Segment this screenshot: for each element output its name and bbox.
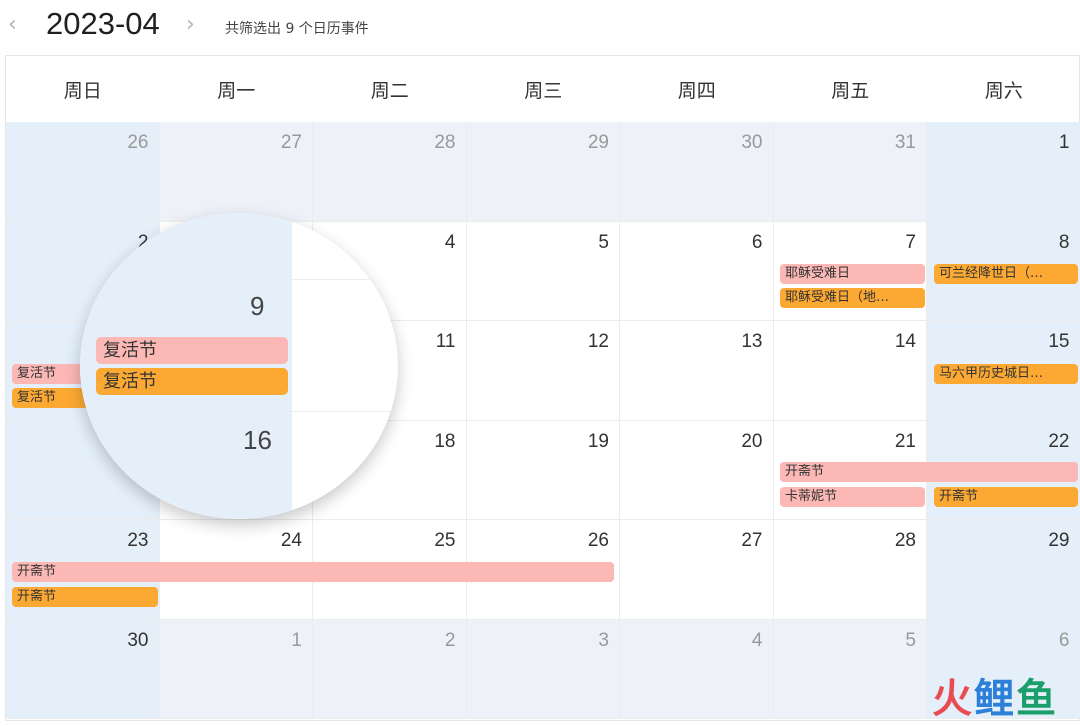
- day-number: 31: [894, 132, 916, 153]
- watermark-logo: 火鲤鱼: [932, 676, 1058, 722]
- event-eid-sat[interactable]: 开斋节: [934, 487, 1078, 507]
- magnified-day-number-2: 16: [243, 425, 272, 455]
- day-number: 27: [280, 132, 302, 153]
- day-number: 15: [1048, 331, 1070, 352]
- event-eid-span[interactable]: 开斋节: [780, 462, 1078, 482]
- day-number: 28: [434, 132, 456, 153]
- day-number: 28: [894, 530, 916, 551]
- day-cell[interactable]: 3: [466, 619, 620, 719]
- day-cell[interactable]: 29: [466, 122, 620, 222]
- day-cell[interactable]: 30: [620, 122, 774, 222]
- day-number: 25: [434, 530, 456, 551]
- magnified-day-number: 9: [250, 291, 265, 321]
- day-number: 11: [435, 331, 456, 352]
- day-cell[interactable]: 5: [466, 221, 620, 321]
- day-number: 4: [751, 629, 763, 651]
- weekday-mon: 周一: [217, 80, 256, 102]
- day-cell[interactable]: 29: [927, 520, 1080, 620]
- day-number: 1: [291, 629, 302, 651]
- magnified-event-easter[interactable]: 复活节: [96, 337, 288, 364]
- day-cell[interactable]: 31: [773, 122, 927, 222]
- current-month-label: 2023-04: [46, 6, 160, 41]
- day-number: 13: [741, 331, 763, 352]
- day-number: 12: [587, 331, 609, 352]
- day-cell[interactable]: 26: [6, 122, 160, 222]
- filter-summary: 共筛选出 9 个日历事件: [225, 21, 369, 37]
- day-cell[interactable]: 14: [773, 321, 927, 421]
- day-number: 5: [598, 231, 609, 253]
- day-number: 22: [1048, 430, 1070, 452]
- weekday-sat: 周六: [984, 80, 1023, 102]
- day-number: 30: [741, 132, 763, 153]
- day-number: 14: [894, 331, 916, 352]
- day-number: 2: [444, 629, 456, 651]
- day-number: 1: [1058, 132, 1070, 153]
- day-number: 4: [444, 231, 456, 253]
- day-cell[interactable]: 19: [466, 420, 620, 520]
- event-malacca-day[interactable]: 马六甲历史城日…: [934, 364, 1078, 384]
- day-number: 26: [127, 132, 149, 153]
- day-number: 18: [434, 430, 456, 452]
- weekday-wed: 周三: [524, 80, 563, 102]
- day-number: 27: [741, 530, 763, 551]
- event-quran-day[interactable]: 可兰经降世日（…: [934, 264, 1078, 284]
- day-number: 6: [751, 231, 763, 253]
- day-cell[interactable]: 6: [620, 221, 774, 321]
- magnifier-lens: 9 复活节 复活节 16: [80, 213, 398, 519]
- event-good-friday[interactable]: 耶稣受难日: [780, 264, 925, 284]
- day-cell[interactable]: 1: [159, 619, 313, 719]
- day-number: 19: [587, 430, 609, 452]
- day-cell[interactable]: 4: [620, 619, 774, 719]
- day-number: 8: [1058, 231, 1070, 253]
- day-number: 29: [587, 132, 609, 153]
- day-number: 21: [894, 430, 916, 452]
- next-month-icon[interactable]: ›: [186, 12, 195, 37]
- weekday-fri: 周五: [831, 80, 870, 102]
- event-eid-week[interactable]: 开斋节: [12, 562, 614, 582]
- day-cell[interactable]: 30: [6, 619, 160, 719]
- day-number: 26: [587, 530, 609, 551]
- day-number: 5: [905, 629, 916, 651]
- magnified-event-easter-2[interactable]: 复活节: [96, 368, 288, 395]
- day-cell[interactable]: 20: [620, 420, 774, 520]
- weekday-header-row: 周日 周一 周二 周三 周四 周五 周六: [6, 56, 1079, 123]
- event-eid-sun[interactable]: 开斋节: [12, 587, 158, 607]
- day-number: 7: [905, 231, 916, 253]
- day-cell[interactable]: 28: [313, 122, 467, 222]
- day-cell[interactable]: 5: [773, 619, 927, 719]
- day-number: 23: [127, 530, 149, 551]
- day-cell[interactable]: 1: [927, 122, 1080, 222]
- day-number: 6: [1058, 629, 1070, 651]
- day-cell[interactable]: 12: [466, 321, 620, 421]
- day-number: 20: [741, 430, 763, 452]
- day-cell[interactable]: 27: [159, 122, 313, 222]
- day-cell[interactable]: 2: [313, 619, 467, 719]
- day-cell[interactable]: 13: [620, 321, 774, 421]
- calendar-header: ‹ 2023-04 › 共筛选出 9 个日历事件: [0, 0, 1080, 54]
- event-good-friday-local[interactable]: 耶稣受难日（地…: [780, 288, 925, 308]
- weekday-sun: 周日: [63, 80, 102, 102]
- day-number: 30: [127, 629, 149, 651]
- weekday-tue: 周二: [370, 80, 409, 102]
- day-number: 24: [280, 530, 302, 551]
- day-number: 29: [1048, 530, 1070, 551]
- day-cell[interactable]: 28: [773, 520, 927, 620]
- day-number: 3: [598, 629, 609, 651]
- event-kartini[interactable]: 卡蒂妮节: [780, 487, 925, 507]
- day-cell[interactable]: 27: [620, 520, 774, 620]
- weekday-thu: 周四: [677, 80, 716, 102]
- prev-month-icon[interactable]: ‹: [8, 12, 17, 37]
